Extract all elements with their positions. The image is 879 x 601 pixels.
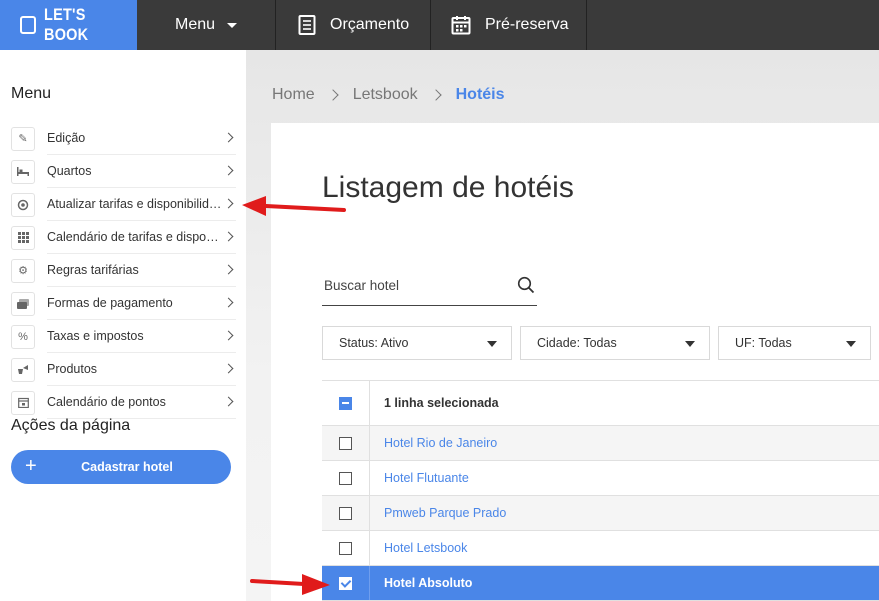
prereserva-button[interactable]: Pré-reserva <box>430 0 587 50</box>
gears-icon: ⚙ <box>11 258 35 283</box>
sidebar-item-produtos[interactable]: Produtos <box>11 353 236 386</box>
sidebar-item-calendario-pontos[interactable]: Calendário de pontos <box>11 386 236 419</box>
content-card: Listagem de hotéis Buscar hotel Status: … <box>271 123 879 601</box>
row-checkbox[interactable] <box>339 471 352 485</box>
sidebar-item-label: Formas de pagamento <box>47 287 236 320</box>
logo-text: LET'S BOOK <box>44 5 89 44</box>
prereserva-label: Pré-reserva <box>485 16 569 33</box>
page-title: Listagem de hotéis <box>322 171 574 204</box>
products-icon <box>11 357 35 382</box>
sidebar-title: Menu <box>11 85 52 102</box>
row-checkbox-cell <box>322 496 370 530</box>
sidebar-item-taxas-impostos[interactable]: % Taxas e impostos <box>11 320 236 353</box>
sidebar-item-label: Atualizar tarifas e disponibilidade <box>47 188 236 221</box>
payment-card-icon <box>11 291 35 316</box>
chevron-right-icon <box>327 89 339 101</box>
select-all-cell <box>322 381 370 425</box>
sidebar-item-label: Calendário de tarifas e disponibilidade <box>47 221 236 254</box>
row-checkbox[interactable] <box>339 436 352 450</box>
orcamento-label: Orçamento <box>330 16 410 33</box>
caret-down-icon <box>685 341 695 347</box>
sidebar-item-label: Quartos <box>47 155 236 188</box>
table-row[interactable]: Hotel Flutuante <box>322 461 879 496</box>
sidebar-item-regras-tarifarias[interactable]: ⚙ Regras tarifárias <box>11 254 236 287</box>
hotel-name-link[interactable]: Hotel Rio de Janeiro <box>370 436 497 450</box>
hotel-name-link[interactable]: Pmweb Parque Prado <box>370 506 506 520</box>
calendar-grid-icon <box>11 225 35 250</box>
caret-down-icon <box>487 341 497 347</box>
row-checkbox-cell <box>322 426 370 460</box>
app-logo[interactable]: LET'S BOOK <box>0 0 137 50</box>
sidebar-item-quartos[interactable]: Quartos <box>11 155 236 188</box>
cadastrar-hotel-label: Cadastrar hotel <box>81 460 173 474</box>
sidebar-item-label: Regras tarifárias <box>47 254 236 287</box>
hotel-name-link[interactable]: Hotel Flutuante <box>370 471 469 485</box>
table-row[interactable]: Hotel Rio de Janeiro <box>322 426 879 461</box>
search-icon[interactable] <box>517 276 535 299</box>
row-checkbox-cell <box>322 461 370 495</box>
row-checkbox[interactable] <box>339 541 352 555</box>
search-input[interactable]: Buscar hotel <box>324 278 399 293</box>
plus-icon: + <box>25 455 37 477</box>
orcamento-button[interactable]: Orçamento <box>275 0 430 50</box>
sidebar-item-label: Edição <box>47 122 236 155</box>
document-icon <box>298 15 316 35</box>
refresh-rates-icon <box>11 192 35 217</box>
table-row[interactable]: Hotel Letsbook <box>322 531 879 566</box>
sidebar-menu-list: ✎ Edição Quartos Atualizar tarifas e dis… <box>11 122 236 419</box>
row-checkbox-cell <box>322 566 370 600</box>
caret-down-icon <box>227 22 238 28</box>
bed-icon <box>11 159 35 184</box>
calendar-points-icon <box>11 390 35 415</box>
caret-down-icon <box>846 341 856 347</box>
cadastrar-hotel-button[interactable]: + Cadastrar hotel <box>11 450 231 484</box>
table-row[interactable]: Pmweb Parque Prado <box>322 496 879 531</box>
calendar-icon <box>451 15 471 35</box>
row-checkbox-cell <box>322 531 370 565</box>
page-actions-title: Ações da página <box>11 417 131 434</box>
search-field[interactable]: Buscar hotel <box>322 273 537 306</box>
uf-filter-value: UF: Todas <box>735 336 792 350</box>
menu-dropdown-button[interactable]: Menu <box>137 0 275 50</box>
pencil-icon: ✎ <box>11 126 35 151</box>
sidebar-item-atualizar-tarifas[interactable]: Atualizar tarifas e disponibilidade <box>11 188 236 221</box>
sidebar-item-label: Calendário de pontos <box>47 386 236 419</box>
table-row-selected[interactable]: Hotel Absoluto <box>322 566 879 601</box>
hotels-table: 1 linha selecionada Hotel Rio de Janeiro… <box>322 380 879 601</box>
hotel-name-link[interactable]: Hotel Letsbook <box>370 541 467 555</box>
city-filter-value: Cidade: Todas <box>537 336 617 350</box>
sidebar-item-edicao[interactable]: ✎ Edição <box>11 122 236 155</box>
chevron-right-icon <box>429 89 442 101</box>
breadcrumb-letsbook[interactable]: Letsbook <box>353 86 418 104</box>
logo-icon <box>20 16 37 34</box>
menu-label: Menu <box>174 16 216 33</box>
status-filter-value: Status: Ativo <box>339 336 409 350</box>
breadcrumb: Home Letsbook Hotéis <box>272 86 505 104</box>
row-checkbox-checked[interactable] <box>339 576 352 590</box>
sidebar-item-calendario-tarifas[interactable]: Calendário de tarifas e disponibilidade <box>11 221 236 254</box>
row-checkbox[interactable] <box>339 506 352 520</box>
table-header-row: 1 linha selecionada <box>322 381 879 426</box>
selection-count-label: 1 linha selecionada <box>384 396 499 410</box>
city-filter-select[interactable]: Cidade: Todas <box>520 326 710 360</box>
uf-filter-select[interactable]: UF: Todas <box>718 326 871 360</box>
top-bar: LET'S BOOK Menu Orçamento Pré-reserva <box>0 0 879 50</box>
hotel-name-link[interactable]: Hotel Absoluto <box>370 576 472 590</box>
breadcrumb-hoteis: Hotéis <box>455 86 505 103</box>
percent-icon: % <box>11 324 35 349</box>
breadcrumb-home[interactable]: Home <box>272 86 315 104</box>
select-all-checkbox[interactable] <box>339 396 352 410</box>
sidebar-item-formas-pagamento[interactable]: Formas de pagamento <box>11 287 236 320</box>
sidebar-item-label: Taxas e impostos <box>47 320 236 353</box>
sidebar-item-label: Produtos <box>47 353 236 386</box>
status-filter-select[interactable]: Status: Ativo <box>322 326 512 360</box>
